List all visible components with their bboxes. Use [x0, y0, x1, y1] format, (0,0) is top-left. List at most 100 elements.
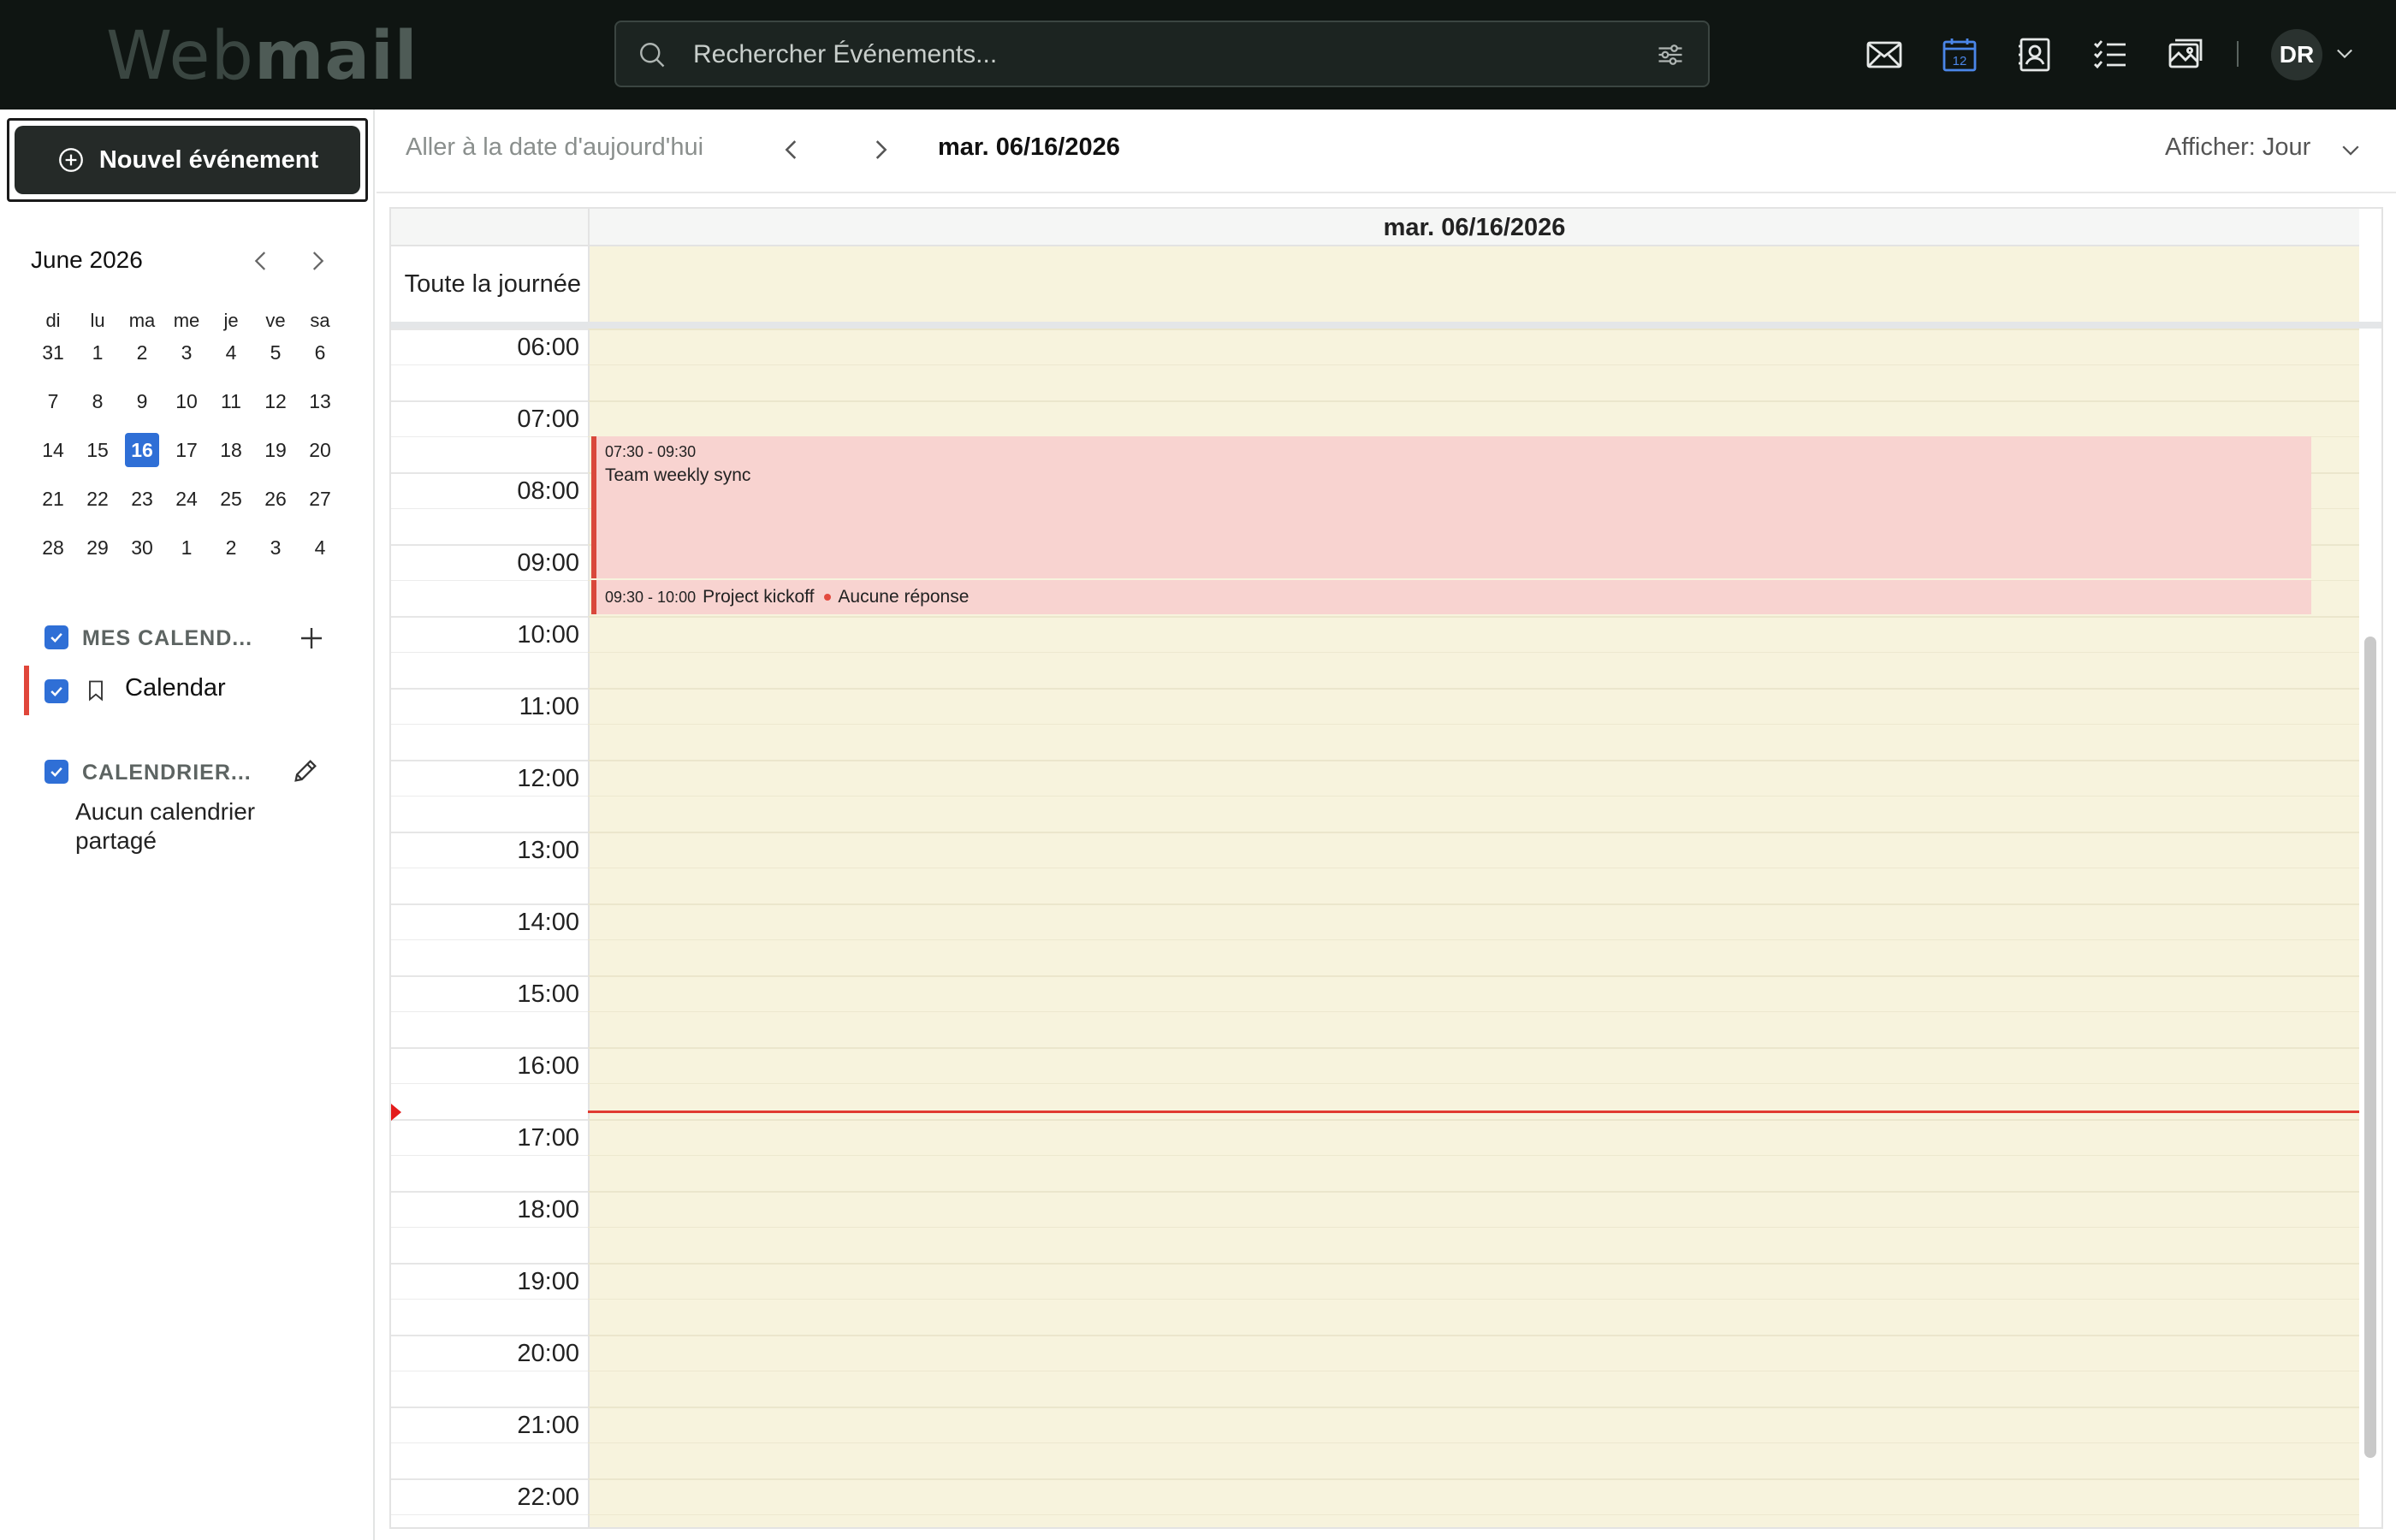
- current-time-marker-icon: [391, 1104, 401, 1121]
- event-title: Project kickoff: [703, 587, 815, 607]
- mini-day[interactable]: 15: [80, 433, 115, 467]
- mini-day[interactable]: 25: [214, 482, 248, 516]
- hour-label: 09:00: [517, 549, 579, 577]
- hour-label: 12:00: [517, 765, 579, 792]
- calendar-item-label[interactable]: Calendar: [125, 674, 226, 702]
- mini-calendar-week: 21 22 23 24 25 26 27: [31, 482, 342, 530]
- mini-day[interactable]: 29: [80, 530, 115, 565]
- chevron-right-icon[interactable]: [303, 246, 332, 275]
- mini-day[interactable]: 22: [80, 482, 115, 516]
- mini-day[interactable]: 6: [303, 335, 337, 370]
- hour-label: 14:00: [517, 909, 579, 936]
- mini-day[interactable]: 31: [36, 335, 70, 370]
- logo-web-text: Web: [106, 18, 255, 95]
- go-to-today-link[interactable]: Aller à la date d'aujourd'hui: [406, 133, 703, 162]
- mini-day[interactable]: 13: [303, 384, 337, 418]
- mini-calendar: di lu ma me je ve sa 31 1 2 3 4 5 6 7 8 …: [31, 310, 342, 579]
- mini-day[interactable]: 9: [125, 384, 159, 418]
- plus-circle-icon: [58, 148, 83, 172]
- mini-day[interactable]: 27: [303, 482, 337, 516]
- my-calendars-title[interactable]: MES CALEND...: [82, 626, 252, 651]
- new-event-focus-ring: Nouvel événement: [7, 118, 368, 202]
- all-day-cell[interactable]: [588, 246, 2359, 322]
- new-event-button[interactable]: Nouvel événement: [15, 126, 360, 194]
- next-day-icon[interactable]: [866, 135, 895, 164]
- mini-calendar-week: 14 15 16 17 18 19 20: [31, 433, 342, 482]
- hour-label: 10:00: [517, 621, 579, 649]
- mini-calendar-weekdays: di lu ma me je ve sa: [31, 310, 342, 335]
- calendar-icon[interactable]: 12: [1939, 34, 1980, 75]
- calendar-toolbar: Aller à la date d'aujourd'hui mar. 06/16…: [377, 110, 2396, 193]
- mini-day[interactable]: 3: [258, 530, 293, 565]
- all-day-separator: [391, 322, 2381, 329]
- mini-day[interactable]: 8: [80, 384, 115, 418]
- all-day-label: Toute la journée: [404, 270, 581, 298]
- new-event-label: Nouvel événement: [98, 145, 319, 174]
- mini-day[interactable]: 23: [125, 482, 159, 516]
- hour-row: 17:00: [391, 1119, 2359, 1191]
- search-filter-icon[interactable]: [1655, 39, 1686, 70]
- mini-day-today[interactable]: 16: [125, 433, 159, 467]
- previous-day-icon[interactable]: [777, 135, 806, 164]
- mini-day[interactable]: 30: [125, 530, 159, 565]
- weekday-label: di: [45, 310, 61, 331]
- mini-day[interactable]: 2: [125, 335, 159, 370]
- event-title: Team weekly sync: [605, 465, 751, 485]
- app-logo[interactable]: Webmail: [106, 19, 418, 94]
- mini-day[interactable]: 4: [214, 335, 248, 370]
- vertical-scrollbar[interactable]: [2364, 637, 2376, 1458]
- day-header-gutter: [391, 209, 588, 246]
- chevron-down-icon[interactable]: [2338, 137, 2363, 163]
- photos-icon[interactable]: [2165, 34, 2206, 75]
- mini-day[interactable]: 28: [36, 530, 70, 565]
- view-selector[interactable]: Afficher: Jour: [2165, 133, 2310, 162]
- search-box: [614, 21, 1710, 87]
- mini-day[interactable]: 7: [36, 384, 70, 418]
- hour-row: 10:00: [391, 616, 2359, 688]
- calendar-item-checkbox[interactable]: [44, 679, 68, 703]
- mini-day[interactable]: 24: [169, 482, 204, 516]
- mini-calendar-week: 28 29 30 1 2 3 4: [31, 530, 342, 579]
- mini-day[interactable]: 10: [169, 384, 204, 418]
- checkmark-icon: [50, 767, 62, 777]
- mini-day[interactable]: 19: [258, 433, 293, 467]
- add-calendar-icon[interactable]: [296, 623, 327, 654]
- hour-label: 06:00: [517, 334, 579, 361]
- mini-day[interactable]: 5: [258, 335, 293, 370]
- mini-day[interactable]: 4: [303, 530, 337, 565]
- contacts-icon[interactable]: [2014, 34, 2055, 75]
- tasks-icon[interactable]: [2090, 34, 2131, 75]
- time-slot[interactable]: [588, 1478, 2359, 1527]
- mini-day[interactable]: 14: [36, 433, 70, 467]
- mini-day[interactable]: 1: [80, 335, 115, 370]
- mini-day[interactable]: 21: [36, 482, 70, 516]
- hour-label: 13:00: [517, 837, 579, 864]
- mail-icon[interactable]: [1864, 34, 1905, 75]
- user-avatar[interactable]: DR: [2271, 29, 2322, 80]
- mini-day[interactable]: 11: [214, 384, 248, 418]
- mini-day[interactable]: 12: [258, 384, 293, 418]
- mini-day[interactable]: 18: [214, 433, 248, 467]
- svg-text:12: 12: [1953, 54, 1967, 68]
- calendar-color-bar: [24, 666, 29, 715]
- mini-day[interactable]: 2: [214, 530, 248, 565]
- pencil-icon[interactable]: [291, 756, 320, 785]
- chevron-left-icon[interactable]: [246, 246, 276, 275]
- hour-row: 21:00: [391, 1407, 2359, 1478]
- mini-day[interactable]: 3: [169, 335, 204, 370]
- shared-calendars-title[interactable]: CALENDRIER...: [82, 761, 252, 785]
- mini-day[interactable]: 26: [258, 482, 293, 516]
- calendar-event[interactable]: 09:30 - 10:00 Project kickoff Aucune rép…: [591, 580, 2311, 614]
- chevron-down-icon[interactable]: [2333, 41, 2357, 65]
- hour-row: 06:00: [391, 329, 2359, 400]
- shared-calendars-checkbox[interactable]: [44, 760, 68, 784]
- search-input[interactable]: [693, 31, 1549, 79]
- calendar-event[interactable]: 07:30 - 09:30 Team weekly sync: [591, 436, 2311, 578]
- mini-day[interactable]: 17: [169, 433, 204, 467]
- my-calendars-checkbox[interactable]: [44, 625, 68, 649]
- mini-day[interactable]: 20: [303, 433, 337, 467]
- time-grid: 06:00 07:00 08:00 09:00 10:00 11:00 12:0…: [391, 329, 2359, 1527]
- event-status: Aucune réponse: [838, 587, 970, 607]
- mini-day[interactable]: 1: [169, 530, 204, 565]
- day-column-header[interactable]: mar. 06/16/2026: [588, 209, 2359, 246]
